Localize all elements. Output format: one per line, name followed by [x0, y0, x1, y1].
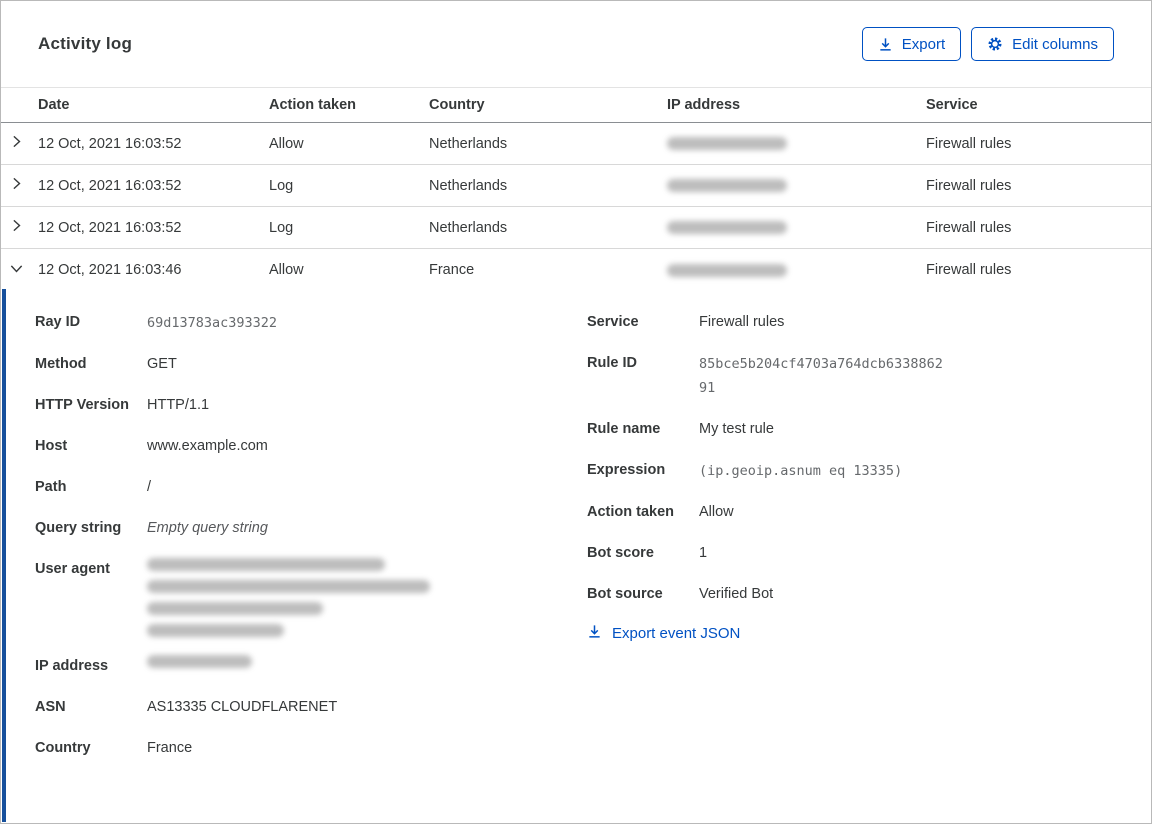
field-service: Service Firewall rules [587, 311, 1150, 334]
chevron-right-icon [9, 218, 24, 237]
collapse-row-button[interactable] [1, 261, 38, 280]
http-version-value: HTTP/1.1 [147, 397, 210, 413]
cell-ip-redacted [667, 137, 926, 150]
field-rule-id: Rule ID 85bce5b204cf4703a764dcb633886291 [587, 352, 1150, 400]
activity-log-page: Activity log Export Edit columns Date Ac… [0, 0, 1152, 824]
event-detail-panel: Ray ID 69d13783ac393322 Method GET HTTP … [2, 289, 1150, 822]
action-taken-value: Allow [699, 504, 734, 520]
header-actions: Export Edit columns [861, 27, 1114, 61]
cell-ip-redacted [667, 221, 926, 234]
cell-date: 12 Oct, 2021 16:03:52 [38, 135, 182, 152]
field-query-string: Query string Empty query string [35, 517, 587, 540]
cell-service: Firewall rules [926, 177, 1012, 194]
field-country: Country France [35, 737, 587, 760]
table-row[interactable]: 12 Oct, 2021 16:03:52 Allow Netherlands … [1, 123, 1151, 165]
field-http-version: HTTP Version HTTP/1.1 [35, 394, 587, 417]
ip-address-value-redacted [147, 655, 587, 668]
expand-row-button[interactable] [1, 176, 38, 195]
cell-action-taken: Allow [269, 262, 304, 278]
field-bot-score: Bot score 1 [587, 542, 1150, 565]
cell-service: Firewall rules [926, 219, 1012, 236]
expand-row-button[interactable] [1, 134, 38, 153]
service-value: Firewall rules [699, 314, 785, 330]
cell-action-taken: Log [269, 177, 294, 194]
chevron-down-icon [9, 261, 24, 280]
column-header-action-taken: Action taken [269, 97, 357, 113]
cell-ip-redacted [667, 263, 926, 277]
column-header-country: Country [429, 97, 485, 113]
gear-icon [987, 36, 1003, 52]
cell-service: Firewall rules [926, 135, 1012, 152]
field-host: Host www.example.com [35, 435, 587, 458]
cell-ip-redacted [667, 179, 926, 192]
detail-right-column: Service Firewall rules Rule ID 85bce5b20… [587, 311, 1150, 822]
chevron-right-icon [9, 176, 24, 195]
field-bot-source: Bot source Verified Bot [587, 583, 1150, 606]
export-button-label: Export [901, 35, 946, 53]
field-expression: Expression (ip.geoip.asnum eq 13335) [587, 459, 1150, 483]
cell-country: France [429, 262, 475, 278]
cell-country: Netherlands [429, 219, 508, 236]
page-header: Activity log Export Edit columns [1, 1, 1151, 87]
field-rule-name: Rule name My test rule [587, 418, 1150, 441]
field-user-agent: User agent [35, 558, 587, 637]
table-row[interactable]: 12 Oct, 2021 16:03:52 Log Netherlands Fi… [1, 165, 1151, 207]
edit-columns-button-label: Edit columns [1012, 35, 1098, 53]
method-value: GET [147, 356, 177, 372]
download-icon [878, 37, 893, 52]
detail-left-column: Ray ID 69d13783ac393322 Method GET HTTP … [35, 311, 587, 822]
chevron-right-icon [9, 134, 24, 153]
cell-country: Netherlands [429, 177, 508, 194]
field-ray-id: Ray ID 69d13783ac393322 [35, 311, 587, 335]
export-event-json-label: Export event JSON [612, 625, 741, 642]
field-action-taken: Action taken Allow [587, 501, 1150, 524]
cell-date: 12 Oct, 2021 16:03:46 [38, 262, 182, 278]
field-path: Path / [35, 476, 587, 499]
table-header: Date Action taken Country IP address Ser… [1, 87, 1151, 123]
table-row[interactable]: 12 Oct, 2021 16:03:52 Log Netherlands Fi… [1, 207, 1151, 249]
bot-score-value: 1 [699, 545, 708, 561]
rule-id-value: 85bce5b204cf4703a764dcb633886291 [699, 356, 943, 396]
export-event-json-link[interactable]: Export event JSON [587, 624, 1150, 643]
cell-date: 12 Oct, 2021 16:03:52 [38, 177, 182, 194]
field-ip-address: IP address [35, 655, 587, 678]
path-value: / [147, 479, 152, 495]
cell-action-taken: Allow [269, 135, 304, 152]
rule-name-value: My test rule [699, 421, 774, 437]
field-asn: ASN AS13335 CLOUDFLARENET [35, 696, 587, 719]
download-icon [587, 624, 602, 643]
column-header-ip-address: IP address [667, 97, 741, 113]
column-header-service: Service [926, 97, 978, 113]
page-title: Activity log [38, 34, 133, 53]
column-header-date: Date [38, 97, 70, 113]
expression-value: (ip.geoip.asnum eq 13335) [699, 463, 903, 479]
asn-value: AS13335 CLOUDFLARENET [147, 699, 338, 715]
user-agent-value-redacted [147, 558, 587, 637]
country-value: France [147, 740, 193, 756]
bot-source-value: Verified Bot [699, 586, 774, 602]
expand-row-button[interactable] [1, 218, 38, 237]
edit-columns-button[interactable]: Edit columns [971, 27, 1114, 61]
export-button[interactable]: Export [861, 27, 962, 61]
table-row-expanded[interactable]: 12 Oct, 2021 16:03:46 Allow France Firew… [1, 249, 1151, 291]
ray-id-value: 69d13783ac393322 [147, 315, 278, 331]
cell-date: 12 Oct, 2021 16:03:52 [38, 219, 182, 236]
query-string-value: Empty query string [147, 520, 268, 536]
field-method: Method GET [35, 353, 587, 376]
cell-action-taken: Log [269, 219, 294, 236]
cell-country: Netherlands [429, 135, 508, 152]
cell-service: Firewall rules [926, 262, 1012, 278]
host-value: www.example.com [147, 438, 268, 454]
